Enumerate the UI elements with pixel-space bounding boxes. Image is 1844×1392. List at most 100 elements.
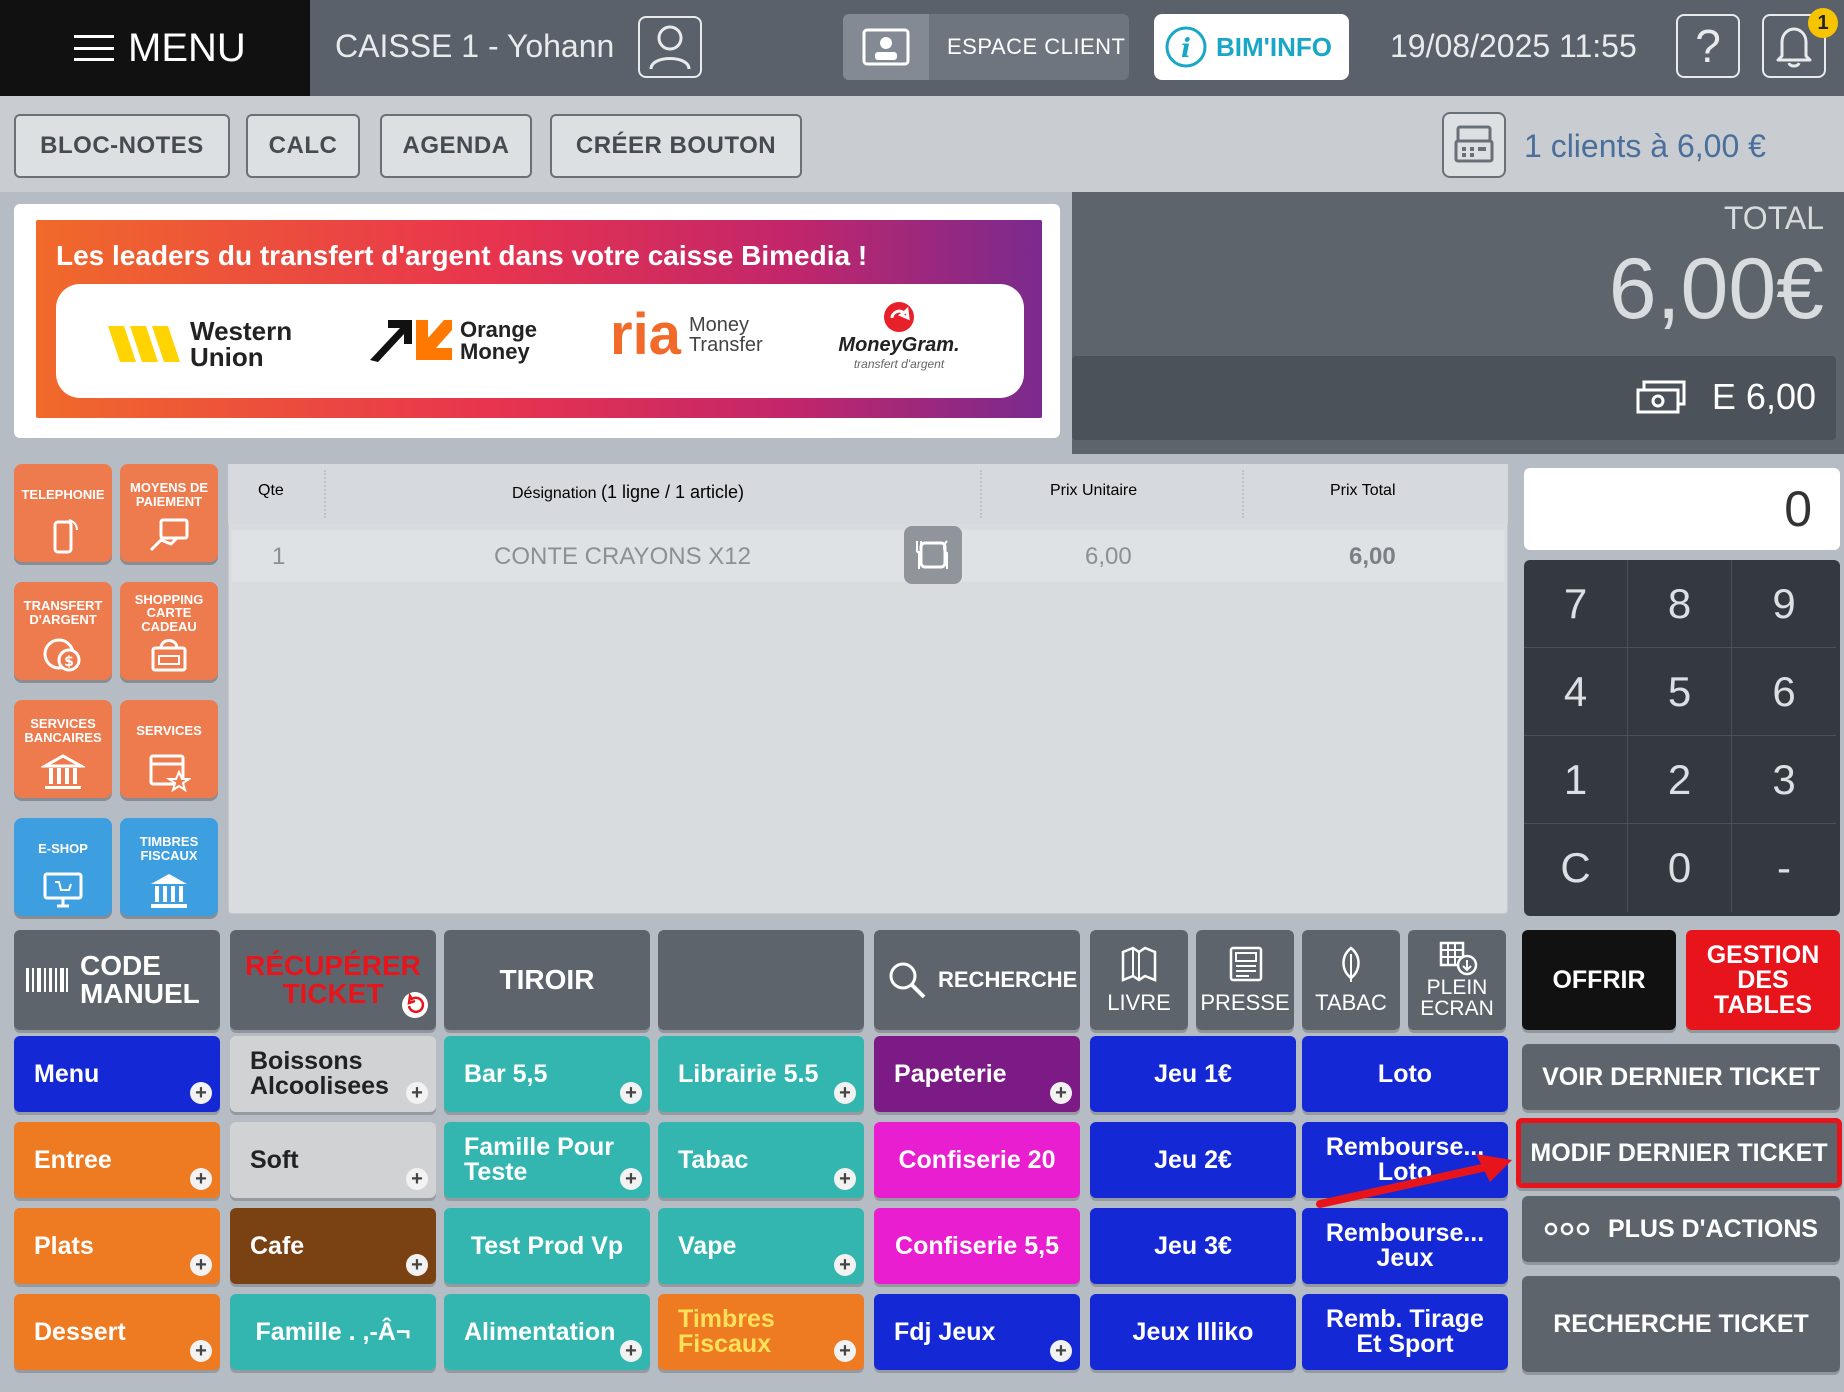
recherche-button[interactable]: RECHERCHE <box>874 930 1080 1030</box>
category-transfert-argent[interactable]: TRANSFERT D'ARGENT $ <box>14 582 112 680</box>
product-button[interactable]: Jeu 3€ <box>1090 1208 1296 1284</box>
help-button[interactable]: ? <box>1676 14 1740 78</box>
category-shopping-carte-cadeau[interactable]: SHOPPING CARTE CADEAU <box>120 582 218 680</box>
modif-dernier-ticket-button[interactable]: MODIF DERNIER TICKET <box>1516 1118 1842 1188</box>
product-button[interactable]: Test Prod Vp <box>444 1208 650 1284</box>
plus-icon[interactable]: + <box>834 1254 856 1276</box>
product-button[interactable]: Bar 5,5 + <box>444 1036 650 1112</box>
code-manuel-button[interactable]: CODE MANUEL <box>14 930 220 1030</box>
user-icon[interactable] <box>638 16 702 78</box>
empty-button[interactable] <box>658 930 864 1030</box>
product-button[interactable]: Soft + <box>230 1122 436 1198</box>
product-button[interactable]: Jeu 2€ <box>1090 1122 1296 1198</box>
product-label: Test Prod Vp <box>470 1231 624 1260</box>
product-button[interactable]: Famille Pour Teste + <box>444 1122 650 1198</box>
bim-info-button[interactable]: i BIM'INFO <box>1154 14 1349 80</box>
plus-icon[interactable]: + <box>190 1254 212 1276</box>
bloc-notes-button[interactable]: BLOC-NOTES <box>14 114 230 178</box>
presse-button[interactable]: PRESSE <box>1196 930 1294 1030</box>
tabac-button[interactable]: TABAC <box>1302 930 1400 1030</box>
key-8[interactable]: 8 <box>1628 560 1732 648</box>
restaurant-icon[interactable] <box>904 526 962 584</box>
creer-bouton-button[interactable]: CRÉER BOUTON <box>550 114 802 178</box>
product-button[interactable]: Timbres Fiscaux + <box>658 1294 864 1370</box>
plus-icon[interactable]: + <box>834 1168 856 1190</box>
bell-icon <box>1776 27 1812 68</box>
product-button[interactable]: Rembourse... Jeux <box>1302 1208 1508 1284</box>
plus-icon[interactable]: + <box>406 1254 428 1276</box>
plus-icon[interactable]: + <box>190 1168 212 1190</box>
product-label: Menu <box>34 1059 100 1088</box>
cash-register-icon[interactable] <box>1442 112 1506 178</box>
category-timbres-fiscaux[interactable]: TIMBRES FISCAUX <box>120 818 218 916</box>
product-button[interactable]: Fdj Jeux + <box>874 1294 1080 1370</box>
product-button[interactable]: Confiserie 5,5 <box>874 1208 1080 1284</box>
moneygram-sub: transfert d'argent <box>853 357 945 371</box>
tiroir-button[interactable]: TIROIR <box>444 930 650 1030</box>
plus-icon[interactable]: + <box>190 1082 212 1104</box>
plein-ecran-button[interactable]: PLEIN ECRAN <box>1408 930 1506 1030</box>
offrir-button[interactable]: OFFRIR <box>1522 930 1676 1030</box>
category-e-shop[interactable]: E-SHOP <box>14 818 112 916</box>
product-button[interactable]: Alimentation + <box>444 1294 650 1370</box>
plus-icon[interactable]: + <box>834 1082 856 1104</box>
product-button[interactable]: Jeux Illiko <box>1090 1294 1296 1370</box>
key-5[interactable]: 5 <box>1628 648 1732 736</box>
recuperer-ticket-button[interactable]: RÉCUPÉRER TICKET <box>230 930 436 1030</box>
tabac-label: TABAC <box>1315 990 1387 1015</box>
category-label: TRANSFERT D'ARGENT <box>23 598 103 627</box>
livre-button[interactable]: LIVRE <box>1090 930 1188 1030</box>
key-6[interactable]: 6 <box>1732 648 1836 736</box>
key-0[interactable]: 0 <box>1628 824 1732 912</box>
plus-icon[interactable]: + <box>620 1082 642 1104</box>
category-services[interactable]: SERVICES <box>120 700 218 798</box>
category-label: SHOPPING CARTE CADEAU <box>134 591 204 634</box>
plus-icon[interactable]: + <box>190 1340 212 1362</box>
product-button[interactable]: Papeterie + <box>874 1036 1080 1112</box>
product-button[interactable]: Plats + <box>14 1208 220 1284</box>
plus-icon[interactable]: + <box>1050 1340 1072 1362</box>
voir-dernier-ticket-button[interactable]: VOIR DERNIER TICKET <box>1522 1044 1840 1110</box>
key-7[interactable]: 7 <box>1524 560 1628 648</box>
product-button[interactable]: Cafe + <box>230 1208 436 1284</box>
plus-icon[interactable]: + <box>1050 1082 1072 1104</box>
plus-icon[interactable]: + <box>406 1168 428 1190</box>
key-1[interactable]: 1 <box>1524 736 1628 824</box>
espace-client-button[interactable]: ESPACE CLIENT <box>843 14 1129 80</box>
product-button[interactable]: Remb. Tirage Et Sport <box>1302 1294 1508 1370</box>
calc-button[interactable]: CALC <box>246 114 360 178</box>
product-button[interactable]: Librairie 5.5 + <box>658 1036 864 1112</box>
key-9[interactable]: 9 <box>1732 560 1836 648</box>
key-2[interactable]: 2 <box>1628 736 1732 824</box>
product-button[interactable]: Confiserie 20 <box>874 1122 1080 1198</box>
product-button[interactable]: Entree + <box>14 1122 220 1198</box>
newspaper-icon <box>1229 946 1263 982</box>
product-button[interactable]: Tabac + <box>658 1122 864 1198</box>
plus-icon[interactable]: + <box>406 1082 428 1104</box>
plus-actions-button[interactable]: PLUS D'ACTIONS <box>1522 1196 1840 1262</box>
category-services-bancaires[interactable]: SERVICES BANCAIRES <box>14 700 112 798</box>
category-telephonie[interactable]: TELEPHONIE <box>14 464 112 562</box>
product-button[interactable]: Dessert + <box>14 1294 220 1370</box>
category-moyens-paiement[interactable]: MOYENS DE PAIEMENT <box>120 464 218 562</box>
product-button[interactable]: Boissons Alcoolisees + <box>230 1036 436 1112</box>
product-button[interactable]: Famille . ,-Â¬ <box>230 1294 436 1370</box>
agenda-button[interactable]: AGENDA <box>380 114 532 178</box>
plus-icon[interactable]: + <box>834 1340 856 1362</box>
table-row[interactable] <box>232 530 1504 582</box>
product-button[interactable]: Vape + <box>658 1208 864 1284</box>
plus-icon[interactable]: + <box>620 1168 642 1190</box>
menu-button[interactable]: MENU <box>0 0 310 96</box>
product-button[interactable]: Loto <box>1302 1036 1508 1112</box>
key-minus[interactable]: - <box>1732 824 1836 912</box>
recherche-ticket-button[interactable]: RECHERCHE TICKET <box>1522 1276 1840 1372</box>
shopping-bag-icon <box>151 639 187 672</box>
product-button[interactable]: Menu + <box>14 1036 220 1112</box>
product-button[interactable]: Jeu 1€ <box>1090 1036 1296 1112</box>
plus-icon[interactable]: + <box>620 1340 642 1362</box>
key-3[interactable]: 3 <box>1732 736 1836 824</box>
key-4[interactable]: 4 <box>1524 648 1628 736</box>
barcode-icon <box>26 968 68 992</box>
key-clear[interactable]: C <box>1524 824 1628 912</box>
gestion-tables-button[interactable]: GESTION DES TABLES <box>1686 930 1840 1030</box>
